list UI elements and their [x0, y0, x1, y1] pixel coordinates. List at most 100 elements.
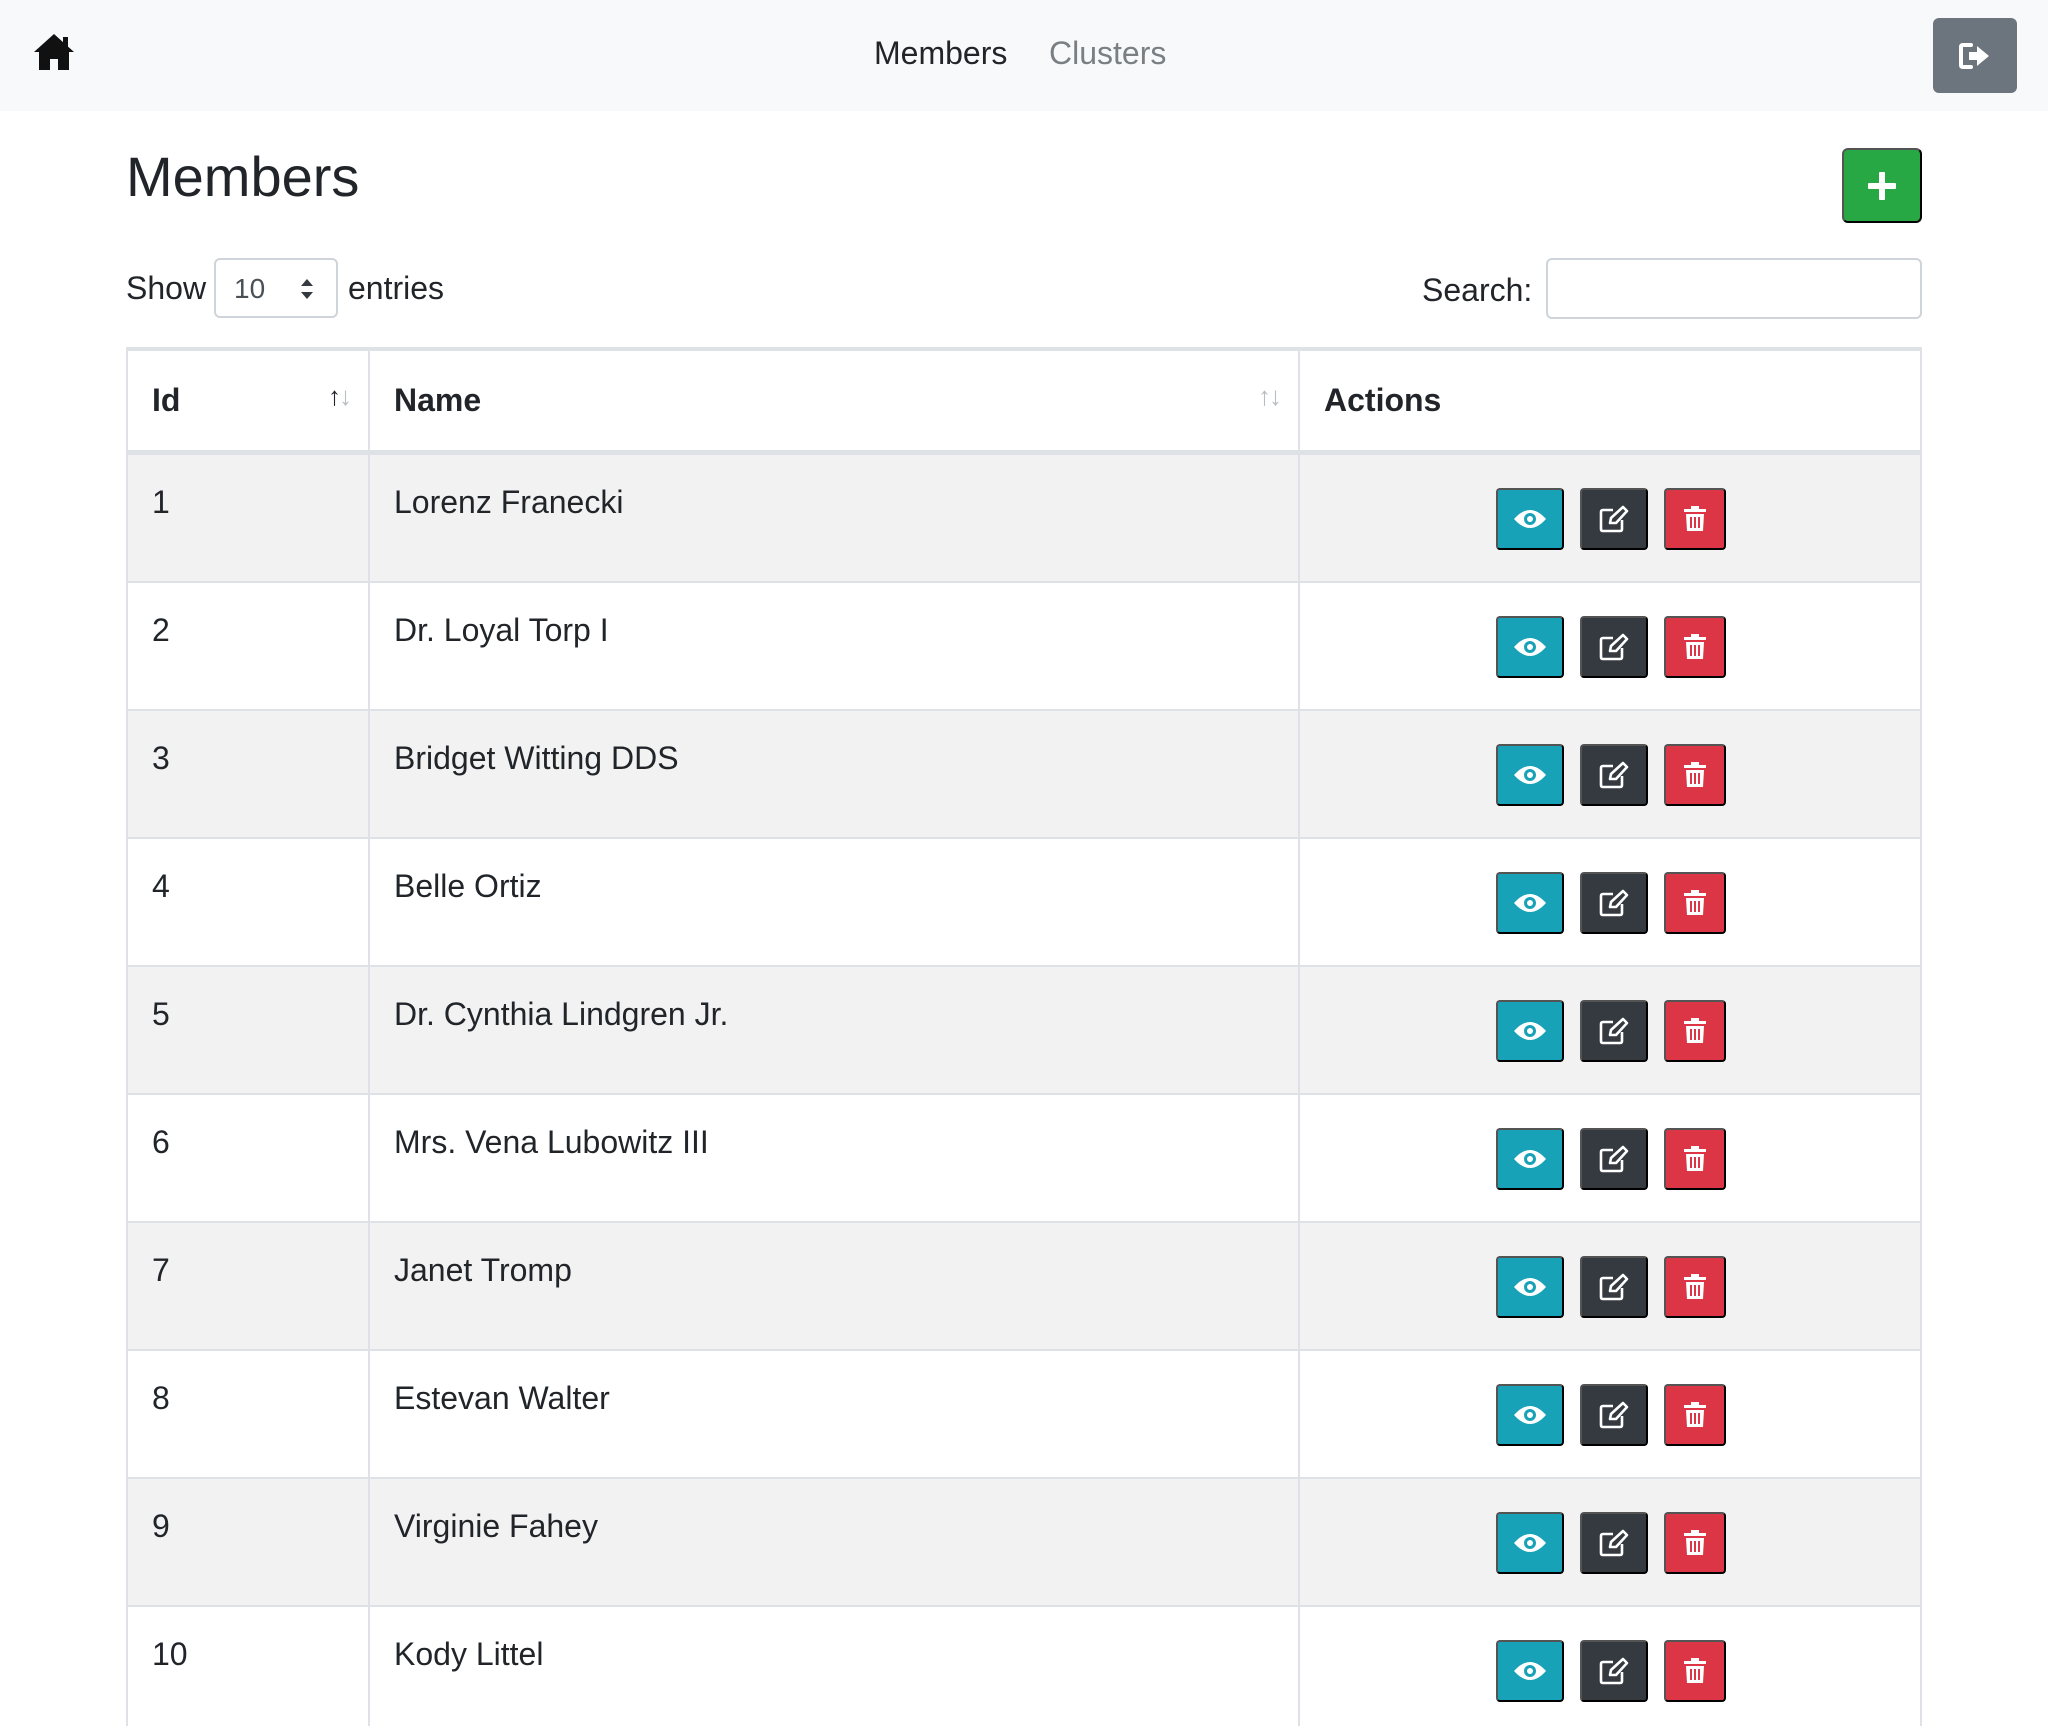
- edit-button[interactable]: [1580, 1000, 1648, 1062]
- delete-button[interactable]: [1664, 616, 1726, 678]
- column-header-actions-label: Actions: [1324, 382, 1442, 418]
- search-label: Search:: [1422, 272, 1533, 308]
- view-button[interactable]: [1496, 1640, 1564, 1702]
- cell-name: Dr. Loyal Torp I: [370, 583, 1300, 709]
- edit-button[interactable]: [1580, 488, 1648, 550]
- table-row: 2 Dr. Loyal Torp I: [128, 583, 1920, 711]
- cell-name: Mrs. Vena Lubowitz III: [370, 1095, 1300, 1221]
- eye-icon: [1514, 638, 1546, 656]
- sort-icon: ↑↓: [328, 381, 352, 411]
- trash-icon: [1684, 762, 1706, 787]
- edit-button[interactable]: [1580, 872, 1648, 934]
- view-button[interactable]: [1496, 744, 1564, 806]
- page-title: Members: [126, 145, 360, 208]
- edit-icon: [1599, 505, 1629, 533]
- trash-icon: [1684, 1018, 1706, 1043]
- table-row: 9 Virginie Fahey: [128, 1479, 1920, 1607]
- search-input[interactable]: [1546, 258, 1922, 319]
- table-row: 5 Dr. Cynthia Lindgren Jr.: [128, 967, 1920, 1095]
- view-button[interactable]: [1496, 1256, 1564, 1318]
- table-row: 7 Janet Tromp: [128, 1223, 1920, 1351]
- cell-id: 8: [128, 1351, 370, 1477]
- edit-button[interactable]: [1580, 1128, 1648, 1190]
- delete-button[interactable]: [1664, 1256, 1726, 1318]
- edit-button[interactable]: [1580, 1512, 1648, 1574]
- column-header-name[interactable]: Name ↑↓: [370, 351, 1300, 450]
- cell-id: 5: [128, 967, 370, 1093]
- delete-button[interactable]: [1664, 1000, 1726, 1062]
- nav-links: Members Clusters: [0, 0, 2048, 111]
- edit-icon: [1599, 889, 1629, 917]
- edit-button[interactable]: [1580, 1256, 1648, 1318]
- view-button[interactable]: [1496, 1128, 1564, 1190]
- plus-icon: [1868, 171, 1896, 200]
- trash-icon: [1684, 506, 1706, 531]
- delete-button[interactable]: [1664, 488, 1726, 550]
- edit-icon: [1599, 633, 1629, 661]
- cell-id: 4: [128, 839, 370, 965]
- cell-name: Bridget Witting DDS: [370, 711, 1300, 837]
- trash-icon: [1684, 1402, 1706, 1427]
- edit-button[interactable]: [1580, 1384, 1648, 1446]
- sort-arrows-icon: [301, 279, 313, 299]
- delete-button[interactable]: [1664, 1512, 1726, 1574]
- cell-id: 7: [128, 1223, 370, 1349]
- edit-icon: [1599, 1529, 1629, 1557]
- entries-select[interactable]: 10: [214, 258, 338, 318]
- edit-icon: [1599, 1017, 1629, 1045]
- view-button[interactable]: [1496, 1000, 1564, 1062]
- column-header-id-label: Id: [152, 382, 181, 418]
- nav-link-clusters[interactable]: Clusters: [1049, 33, 1166, 73]
- column-header-id[interactable]: Id ↑↓: [128, 351, 370, 450]
- entries-value: 10: [234, 273, 266, 304]
- edit-icon: [1599, 1145, 1629, 1173]
- table-row: 6 Mrs. Vena Lubowitz III: [128, 1095, 1920, 1223]
- delete-button[interactable]: [1664, 872, 1726, 934]
- trash-icon: [1684, 1530, 1706, 1555]
- trash-icon: [1684, 890, 1706, 915]
- table-row: 10 Kody Littel: [128, 1607, 1920, 1726]
- delete-button[interactable]: [1664, 744, 1726, 806]
- cell-name: Virginie Fahey: [370, 1479, 1300, 1605]
- eye-icon: [1514, 510, 1546, 528]
- edit-icon: [1599, 761, 1629, 789]
- delete-button[interactable]: [1664, 1128, 1726, 1190]
- trash-icon: [1684, 634, 1706, 659]
- edit-icon: [1599, 1657, 1629, 1685]
- edit-button[interactable]: [1580, 616, 1648, 678]
- view-button[interactable]: [1496, 872, 1564, 934]
- edit-icon: [1599, 1401, 1629, 1429]
- cell-name: Kody Littel: [370, 1607, 1300, 1726]
- edit-button[interactable]: [1580, 744, 1648, 806]
- eye-icon: [1514, 1534, 1546, 1552]
- view-button[interactable]: [1496, 488, 1564, 550]
- edit-icon: [1599, 1273, 1629, 1301]
- trash-icon: [1684, 1658, 1706, 1683]
- add-member-button[interactable]: [1842, 148, 1922, 223]
- eye-icon: [1514, 1406, 1546, 1424]
- navbar: Members Clusters: [0, 0, 2048, 111]
- eye-icon: [1514, 1022, 1546, 1040]
- delete-button[interactable]: [1664, 1384, 1726, 1446]
- column-header-name-label: Name: [394, 382, 482, 418]
- eye-icon: [1514, 1278, 1546, 1296]
- table-row: 8 Estevan Walter: [128, 1351, 1920, 1479]
- delete-button[interactable]: [1664, 1640, 1726, 1702]
- trash-icon: [1684, 1146, 1706, 1171]
- view-button[interactable]: [1496, 616, 1564, 678]
- show-label: Show: [126, 270, 207, 306]
- entries-label: entries: [348, 270, 445, 306]
- cell-name: Janet Tromp: [370, 1223, 1300, 1349]
- logout-button[interactable]: [1933, 18, 2017, 93]
- view-button[interactable]: [1496, 1384, 1564, 1446]
- table-header: Id ↑↓ Name ↑↓ Actions: [128, 351, 1920, 455]
- nav-link-members[interactable]: Members: [874, 33, 1007, 73]
- cell-name: Estevan Walter: [370, 1351, 1300, 1477]
- view-button[interactable]: [1496, 1512, 1564, 1574]
- edit-button[interactable]: [1580, 1640, 1648, 1702]
- cell-id: 1: [128, 455, 370, 581]
- column-header-actions: Actions: [1300, 351, 1920, 450]
- eye-icon: [1514, 894, 1546, 912]
- table-row: 3 Bridget Witting DDS: [128, 711, 1920, 839]
- cell-name: Dr. Cynthia Lindgren Jr.: [370, 967, 1300, 1093]
